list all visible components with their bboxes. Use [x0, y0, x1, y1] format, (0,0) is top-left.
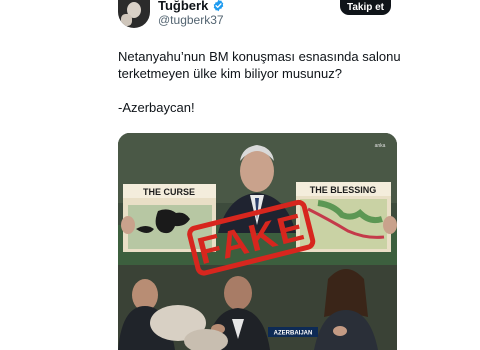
- avatar[interactable]: [118, 0, 150, 28]
- speaker-head: [240, 150, 274, 192]
- media-illustration: THE CURSE THE BLESSING anka AZERBAIJAN F…: [118, 133, 397, 350]
- display-name-text: Tuğberk: [158, 0, 209, 13]
- follow-button[interactable]: Takip et: [340, 0, 391, 15]
- tweet-text-line: -Azerbaycan!: [118, 100, 195, 115]
- watermark-text: anka: [375, 143, 386, 149]
- tweet-media-image[interactable]: THE CURSE THE BLESSING anka AZERBAIJAN F…: [118, 133, 397, 350]
- verified-badge-icon: [214, 0, 224, 12]
- user-handle[interactable]: @tugberk37: [158, 13, 224, 27]
- sign-left-label: THE CURSE: [143, 187, 195, 197]
- display-name[interactable]: Tuğberk: [158, 0, 225, 13]
- avatar-hand: [121, 14, 132, 26]
- tweet-card: Tuğberk @tugberk37 Takip et Netanyahu’nu…: [0, 0, 480, 350]
- placard-label: AZERBAIJAN: [274, 331, 313, 337]
- sign-right-label: THE BLESSING: [310, 185, 377, 195]
- tweet-text-line: terketmeyen ülke kim biliyor musunuz?: [118, 66, 342, 81]
- sign-the-blessing: THE BLESSING: [296, 182, 391, 252]
- tweet-text: Netanyahu’nun BM konuşması esnasında sal…: [118, 48, 418, 116]
- tweet-text-line: Netanyahu’nun BM konuşması esnasında sal…: [118, 49, 401, 64]
